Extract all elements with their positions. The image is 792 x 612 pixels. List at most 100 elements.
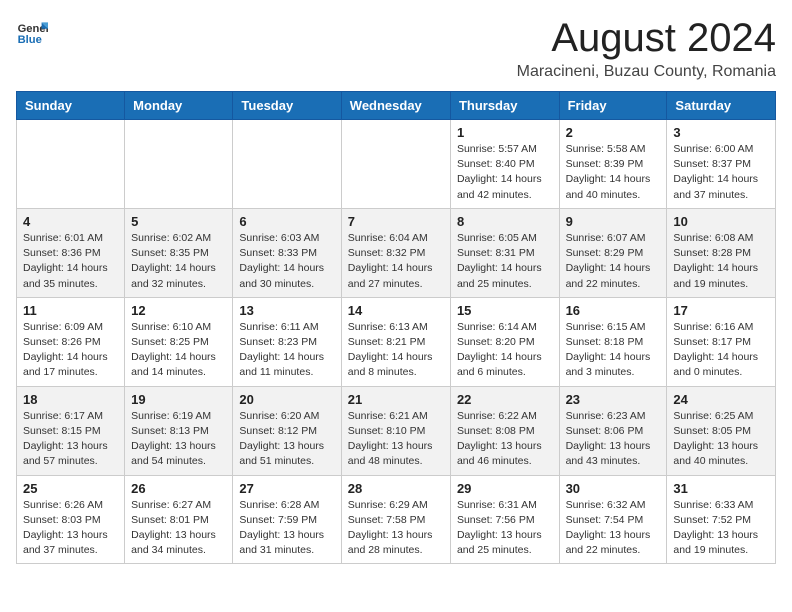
svg-text:Blue: Blue [18,34,42,46]
day-info: Sunrise: 6:28 AM Sunset: 7:59 PM Dayligh… [239,498,334,559]
day-number: 26 [131,481,226,496]
day-number: 10 [673,214,769,229]
day-number: 4 [23,214,118,229]
calendar-cell: 26 Sunrise: 6:27 AM Sunset: 8:01 PM Dayli… [125,475,233,564]
calendar-cell: 7Sunrise: 6:04 AM Sunset: 8:32 PM Daylig… [341,208,450,297]
col-wednesday: Wednesday [341,92,450,120]
calendar-cell: 1 Sunrise: 5:57 AM Sunset: 8:40 PM Daylig… [450,120,559,209]
calendar-cell: 4 Sunrise: 6:01 AM Sunset: 8:36 PM Daylig… [17,208,125,297]
calendar-cell: 13Sunrise: 6:11 AM Sunset: 8:23 PM Dayli… [233,297,341,386]
calendar-cell: 8 Sunrise: 6:05 AM Sunset: 8:31 PM Daylig… [450,208,559,297]
calendar-cell: 3 Sunrise: 6:00 AM Sunset: 8:37 PM Daylig… [667,120,776,209]
col-sunday: Sunday [17,92,125,120]
day-number: 19 [131,392,226,407]
day-info: Sunrise: 6:33 AM Sunset: 7:52 PM Dayligh… [673,498,769,559]
calendar-cell: 17 Sunrise: 6:16 AM Sunset: 8:17 PM Dayli… [667,297,776,386]
title-block: August 2024 Maracineni, Buzau County, Ro… [517,16,776,81]
day-number: 9 [566,214,661,229]
day-number: 28 [348,481,444,496]
calendar-cell: 22 Sunrise: 6:22 AM Sunset: 8:08 PM Dayli… [450,386,559,475]
day-info: Sunrise: 6:10 AM Sunset: 8:25 PM Dayligh… [131,320,226,381]
day-info: Sunrise: 6:19 AM Sunset: 8:13 PM Dayligh… [131,409,226,470]
day-info: Sunrise: 6:14 AM Sunset: 8:20 PM Dayligh… [457,320,553,381]
day-number: 14 [348,303,444,318]
calendar-cell: 23Sunrise: 6:23 AM Sunset: 8:06 PM Dayli… [559,386,667,475]
calendar-cell [17,120,125,209]
day-number: 7 [348,214,444,229]
calendar-cell: 5 Sunrise: 6:02 AM Sunset: 8:35 PM Daylig… [125,208,233,297]
calendar-cell: 24Sunrise: 6:25 AM Sunset: 8:05 PM Dayli… [667,386,776,475]
calendar-cell [233,120,341,209]
day-number: 2 [566,125,661,140]
day-number: 3 [673,125,769,140]
day-number: 22 [457,392,553,407]
calendar-week-2: 4 Sunrise: 6:01 AM Sunset: 8:36 PM Daylig… [17,208,776,297]
day-number: 11 [23,303,118,318]
day-number: 13 [239,303,334,318]
day-number: 24 [673,392,769,407]
calendar-cell: 16 Sunrise: 6:15 AM Sunset: 8:18 PM Dayli… [559,297,667,386]
day-number: 18 [23,392,118,407]
calendar-week-5: 25Sunrise: 6:26 AM Sunset: 8:03 PM Dayli… [17,475,776,564]
day-info: Sunrise: 6:31 AM Sunset: 7:56 PM Dayligh… [457,498,553,559]
calendar-location: Maracineni, Buzau County, Romania [517,63,776,81]
logo: General Blue [16,16,48,48]
day-number: 31 [673,481,769,496]
calendar-cell: 2 Sunrise: 5:58 AM Sunset: 8:39 PM Daylig… [559,120,667,209]
day-info: Sunrise: 6:02 AM Sunset: 8:35 PM Dayligh… [131,231,226,292]
day-number: 1 [457,125,553,140]
logo-icon: General Blue [16,16,48,48]
calendar-cell: 28 Sunrise: 6:29 AM Sunset: 7:58 PM Dayli… [341,475,450,564]
calendar-week-4: 18 Sunrise: 6:17 AM Sunset: 8:15 PM Dayli… [17,386,776,475]
day-number: 17 [673,303,769,318]
calendar-cell: 30Sunrise: 6:32 AM Sunset: 7:54 PM Dayli… [559,475,667,564]
day-info: Sunrise: 6:09 AM Sunset: 8:26 PM Dayligh… [23,320,118,381]
day-info: Sunrise: 6:03 AM Sunset: 8:33 PM Dayligh… [239,231,334,292]
day-number: 6 [239,214,334,229]
day-info: Sunrise: 6:23 AM Sunset: 8:06 PM Dayligh… [566,409,661,470]
day-info: Sunrise: 6:16 AM Sunset: 8:17 PM Dayligh… [673,320,769,381]
day-info: Sunrise: 6:29 AM Sunset: 7:58 PM Dayligh… [348,498,444,559]
day-number: 21 [348,392,444,407]
day-info: Sunrise: 6:07 AM Sunset: 8:29 PM Dayligh… [566,231,661,292]
day-info: Sunrise: 6:21 AM Sunset: 8:10 PM Dayligh… [348,409,444,470]
calendar-cell: 18 Sunrise: 6:17 AM Sunset: 8:15 PM Dayli… [17,386,125,475]
day-info: Sunrise: 6:08 AM Sunset: 8:28 PM Dayligh… [673,231,769,292]
day-info: Sunrise: 5:57 AM Sunset: 8:40 PM Dayligh… [457,142,553,203]
calendar-table: Sunday Monday Tuesday Wednesday Thursday… [16,91,776,564]
col-friday: Friday [559,92,667,120]
calendar-title: August 2024 [517,16,776,61]
col-monday: Monday [125,92,233,120]
calendar-cell: 27 Sunrise: 6:28 AM Sunset: 7:59 PM Dayli… [233,475,341,564]
day-number: 30 [566,481,661,496]
day-info: Sunrise: 6:05 AM Sunset: 8:31 PM Dayligh… [457,231,553,292]
day-info: Sunrise: 6:27 AM Sunset: 8:01 PM Dayligh… [131,498,226,559]
day-info: Sunrise: 6:26 AM Sunset: 8:03 PM Dayligh… [23,498,118,559]
day-info: Sunrise: 6:17 AM Sunset: 8:15 PM Dayligh… [23,409,118,470]
day-number: 27 [239,481,334,496]
col-saturday: Saturday [667,92,776,120]
day-info: Sunrise: 5:58 AM Sunset: 8:39 PM Dayligh… [566,142,661,203]
day-info: Sunrise: 6:00 AM Sunset: 8:37 PM Dayligh… [673,142,769,203]
calendar-cell: 29Sunrise: 6:31 AM Sunset: 7:56 PM Dayli… [450,475,559,564]
day-info: Sunrise: 6:22 AM Sunset: 8:08 PM Dayligh… [457,409,553,470]
day-info: Sunrise: 6:01 AM Sunset: 8:36 PM Dayligh… [23,231,118,292]
day-info: Sunrise: 6:15 AM Sunset: 8:18 PM Dayligh… [566,320,661,381]
calendar-cell: 12 Sunrise: 6:10 AM Sunset: 8:25 PM Dayli… [125,297,233,386]
calendar-cell: 10 Sunrise: 6:08 AM Sunset: 8:28 PM Dayli… [667,208,776,297]
day-info: Sunrise: 6:20 AM Sunset: 8:12 PM Dayligh… [239,409,334,470]
calendar-header-row: Sunday Monday Tuesday Wednesday Thursday… [17,92,776,120]
col-tuesday: Tuesday [233,92,341,120]
day-number: 15 [457,303,553,318]
calendar-cell: 31 Sunrise: 6:33 AM Sunset: 7:52 PM Dayli… [667,475,776,564]
calendar-week-1: 1 Sunrise: 5:57 AM Sunset: 8:40 PM Daylig… [17,120,776,209]
calendar-cell: 14 Sunrise: 6:13 AM Sunset: 8:21 PM Dayli… [341,297,450,386]
calendar-cell: 19 Sunrise: 6:19 AM Sunset: 8:13 PM Dayli… [125,386,233,475]
day-number: 8 [457,214,553,229]
calendar-week-3: 11 Sunrise: 6:09 AM Sunset: 8:26 PM Dayli… [17,297,776,386]
day-number: 16 [566,303,661,318]
day-info: Sunrise: 6:13 AM Sunset: 8:21 PM Dayligh… [348,320,444,381]
day-number: 12 [131,303,226,318]
day-number: 5 [131,214,226,229]
col-thursday: Thursday [450,92,559,120]
